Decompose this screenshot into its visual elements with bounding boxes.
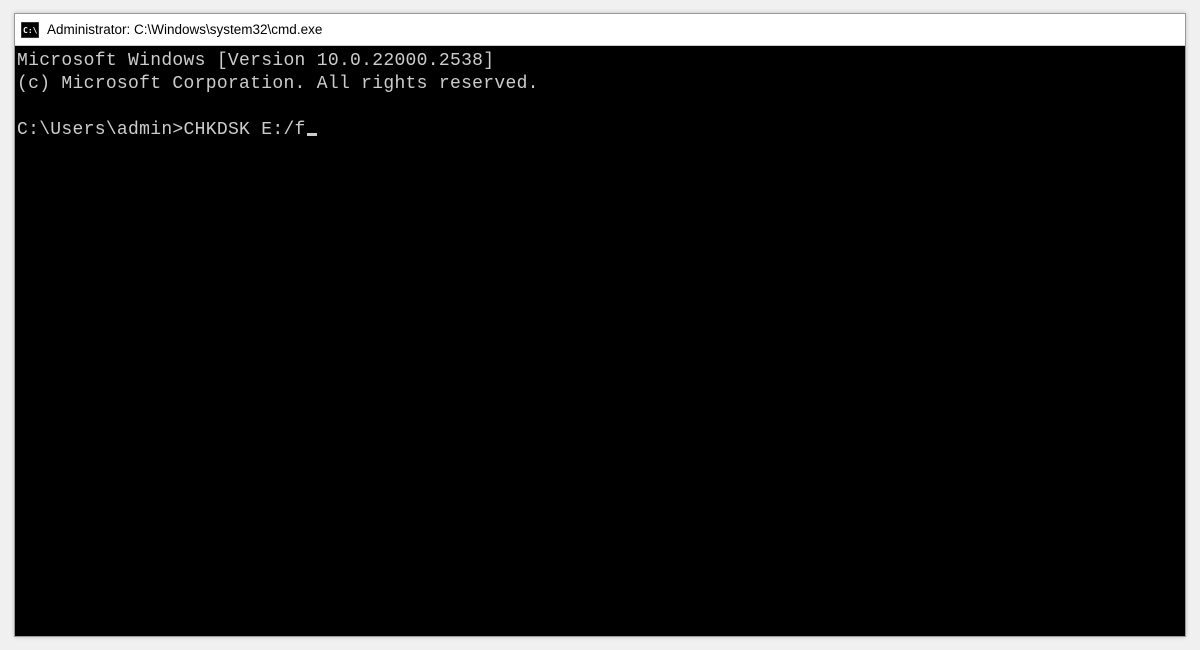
cursor bbox=[307, 133, 317, 136]
terminal-output[interactable]: Microsoft Windows [Version 10.0.22000.25… bbox=[15, 46, 1185, 636]
version-line: Microsoft Windows [Version 10.0.22000.25… bbox=[17, 51, 494, 71]
cmd-window: C:\ Administrator: C:\Windows\system32\c… bbox=[14, 13, 1186, 637]
copyright-line: (c) Microsoft Corporation. All rights re… bbox=[17, 74, 539, 94]
cmd-icon: C:\ bbox=[21, 22, 39, 38]
titlebar[interactable]: C:\ Administrator: C:\Windows\system32\c… bbox=[15, 14, 1185, 46]
svg-text:C:\: C:\ bbox=[23, 26, 38, 35]
command-input[interactable]: CHKDSK E:/f bbox=[184, 120, 306, 140]
window-title: Administrator: C:\Windows\system32\cmd.e… bbox=[47, 22, 322, 37]
prompt: C:\Users\admin> bbox=[17, 120, 184, 140]
